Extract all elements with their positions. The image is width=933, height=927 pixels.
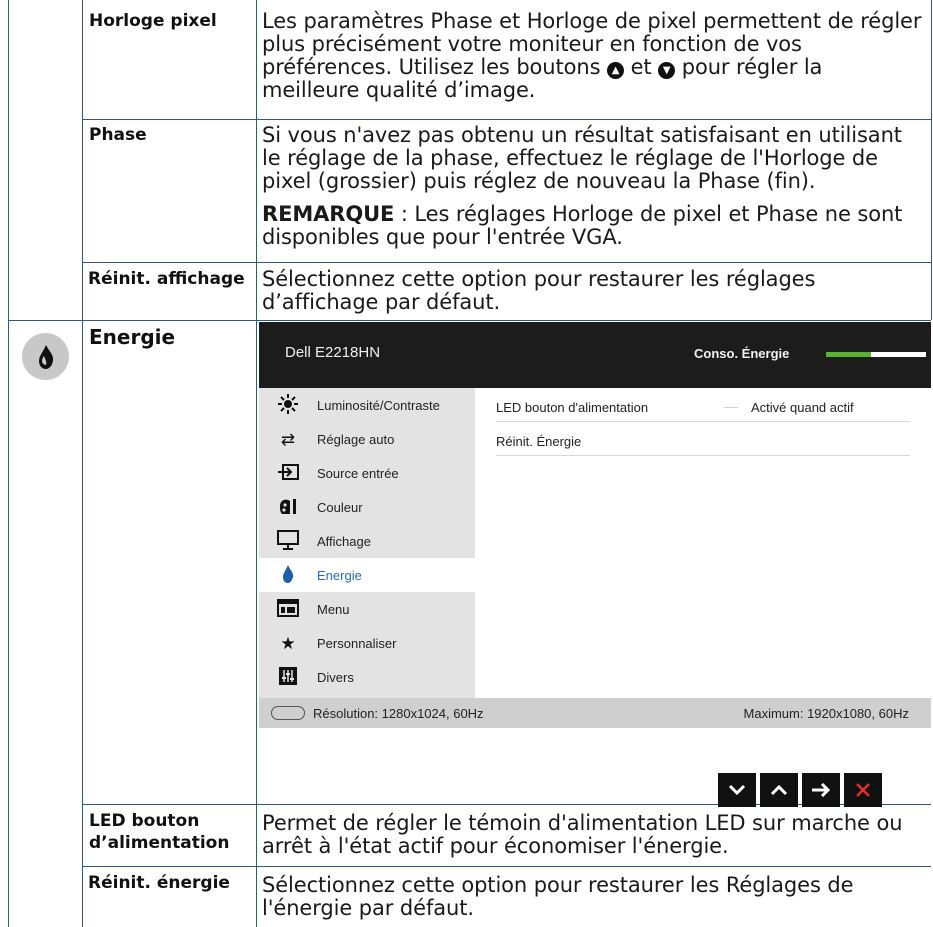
row-label-reinit-energie: Réinit. énergie xyxy=(88,873,230,893)
row-label-horloge-pixel: Horloge pixel xyxy=(89,11,217,31)
osd-menu-label: Affichage xyxy=(317,533,371,549)
down-arrow-icon[interactable] xyxy=(718,773,756,807)
osd-menu-label: Energie xyxy=(317,567,362,583)
input-source-icon xyxy=(276,463,300,483)
osd-menu-label: Personnaliser xyxy=(317,635,397,651)
osd-menu-label: Source entrée xyxy=(317,465,399,481)
row-label-reinit-affichage: Réinit. affichage xyxy=(88,269,245,289)
up-button-icon: ▲ xyxy=(607,62,625,79)
label-line: LED bouton xyxy=(89,811,200,831)
row-desc-led-bouton: Permet de régler le témoin d'alimentatio… xyxy=(262,811,903,858)
osd-row-key: LED bouton d'alimentation xyxy=(496,400,649,415)
desc-text: Si vous n'avez pas obtenu un résultat sa… xyxy=(262,123,902,193)
close-icon[interactable] xyxy=(844,773,882,807)
auto-adjust-icon: ⇄ xyxy=(280,429,296,449)
row-divider xyxy=(82,262,931,263)
note-label: REMARQUE xyxy=(262,202,395,226)
desc-text: et xyxy=(630,55,652,79)
down-button-icon: ▼ xyxy=(658,62,676,79)
energy-icon xyxy=(276,564,300,587)
row-divider xyxy=(82,866,931,867)
osd-menu-label: Réglage auto xyxy=(317,431,395,447)
osd-row-key: Réinit. Énergie xyxy=(496,434,582,449)
osd-menu-item-couleur[interactable]: Couleur xyxy=(259,490,475,524)
osd-menu-label: Luminosité/Contraste xyxy=(317,397,440,413)
osd-nav-buttons xyxy=(718,773,886,807)
up-arrow-icon[interactable] xyxy=(760,773,798,807)
vga-connector-icon xyxy=(271,706,305,720)
row-label-phase: Phase xyxy=(89,125,147,145)
osd-row-separator xyxy=(724,407,738,408)
osd-maximum: Maximum: 1920x1080, 60Hz xyxy=(743,706,909,721)
energy-level-fill xyxy=(826,352,871,357)
color-icon xyxy=(276,496,300,519)
osd-footer: Résolution: 1280x1024, 60Hz Maximum: 192… xyxy=(259,698,931,728)
brightness-icon xyxy=(276,393,300,417)
osd-menu-item-source-entree[interactable]: Source entrée xyxy=(259,456,475,490)
osd-model-title: Dell E2218HN xyxy=(285,344,381,361)
right-arrow-icon[interactable] xyxy=(802,773,840,807)
row-label-energie: Energie xyxy=(89,325,176,349)
osd-sidebar: Luminosité/Contraste ⇄ Réglage auto Sour… xyxy=(259,388,475,698)
osd-row-value: Activé quand actif xyxy=(751,400,854,415)
osd-menu-item-menu[interactable]: Menu xyxy=(259,592,475,626)
energy-section-icon xyxy=(22,333,69,380)
note-paragraph: REMARQUE : Les réglages Horloge de pixel… xyxy=(262,203,927,249)
osd-menu-item-affichage[interactable]: Affichage xyxy=(259,524,475,558)
row-desc-reinit-affichage: Sélectionnez cette option pour restaurer… xyxy=(262,267,816,314)
label-line: d’alimentation xyxy=(89,833,230,853)
osd-menu-item-reglage-auto[interactable]: ⇄ Réglage auto xyxy=(259,422,475,456)
osd-menu-label: Couleur xyxy=(317,499,363,515)
osd-menu-label: Divers xyxy=(317,669,354,685)
osd-menu-item-personnaliser[interactable]: ★ Personnaliser xyxy=(259,626,475,660)
osd-menu-item-divers[interactable]: Divers xyxy=(259,660,475,694)
osd-row-led-bouton[interactable]: LED bouton d'alimentation Activé quand a… xyxy=(496,388,910,422)
row-divider xyxy=(82,119,931,120)
flame-icon xyxy=(38,344,53,369)
row-label-led-bouton: LED bouton d’alimentation xyxy=(89,810,229,854)
osd-resolution: Résolution: 1280x1024, 60Hz xyxy=(313,706,484,721)
osd-menu-item-luminosite[interactable]: Luminosité/Contraste xyxy=(259,388,475,422)
table-column-divider xyxy=(82,0,83,927)
osd-menu-screenshot: Dell E2218HN Conso. Énergie Luminosité/C… xyxy=(259,322,931,807)
energy-level-bar xyxy=(826,352,926,357)
osd-settings-panel: LED bouton d'alimentation Activé quand a… xyxy=(475,388,931,698)
osd-row-reinit-energie[interactable]: Réinit. Énergie xyxy=(496,422,910,456)
others-icon xyxy=(276,666,300,689)
osd-header: Dell E2218HN Conso. Énergie xyxy=(259,322,931,388)
row-desc-reinit-energie: Sélectionnez cette option pour restaurer… xyxy=(262,873,854,920)
table-border-left xyxy=(8,0,9,927)
table-border-right xyxy=(931,0,932,320)
osd-menu-label: Menu xyxy=(317,601,350,617)
menu-icon xyxy=(276,598,300,620)
row-desc-horloge-pixel: Les paramètres Phase et Horloge de pixel… xyxy=(262,10,922,102)
row-divider xyxy=(8,320,931,321)
desc-text: Les paramètres Phase et Horloge de pixel… xyxy=(262,9,922,79)
table-column-divider xyxy=(256,0,257,927)
osd-current-setting: Conso. Énergie xyxy=(694,346,790,361)
row-desc-phase: Si vous n'avez pas obtenu un résultat sa… xyxy=(262,124,927,249)
display-icon xyxy=(276,529,300,553)
star-icon: ★ xyxy=(280,633,296,653)
osd-menu-item-energie[interactable]: Energie xyxy=(259,558,475,592)
